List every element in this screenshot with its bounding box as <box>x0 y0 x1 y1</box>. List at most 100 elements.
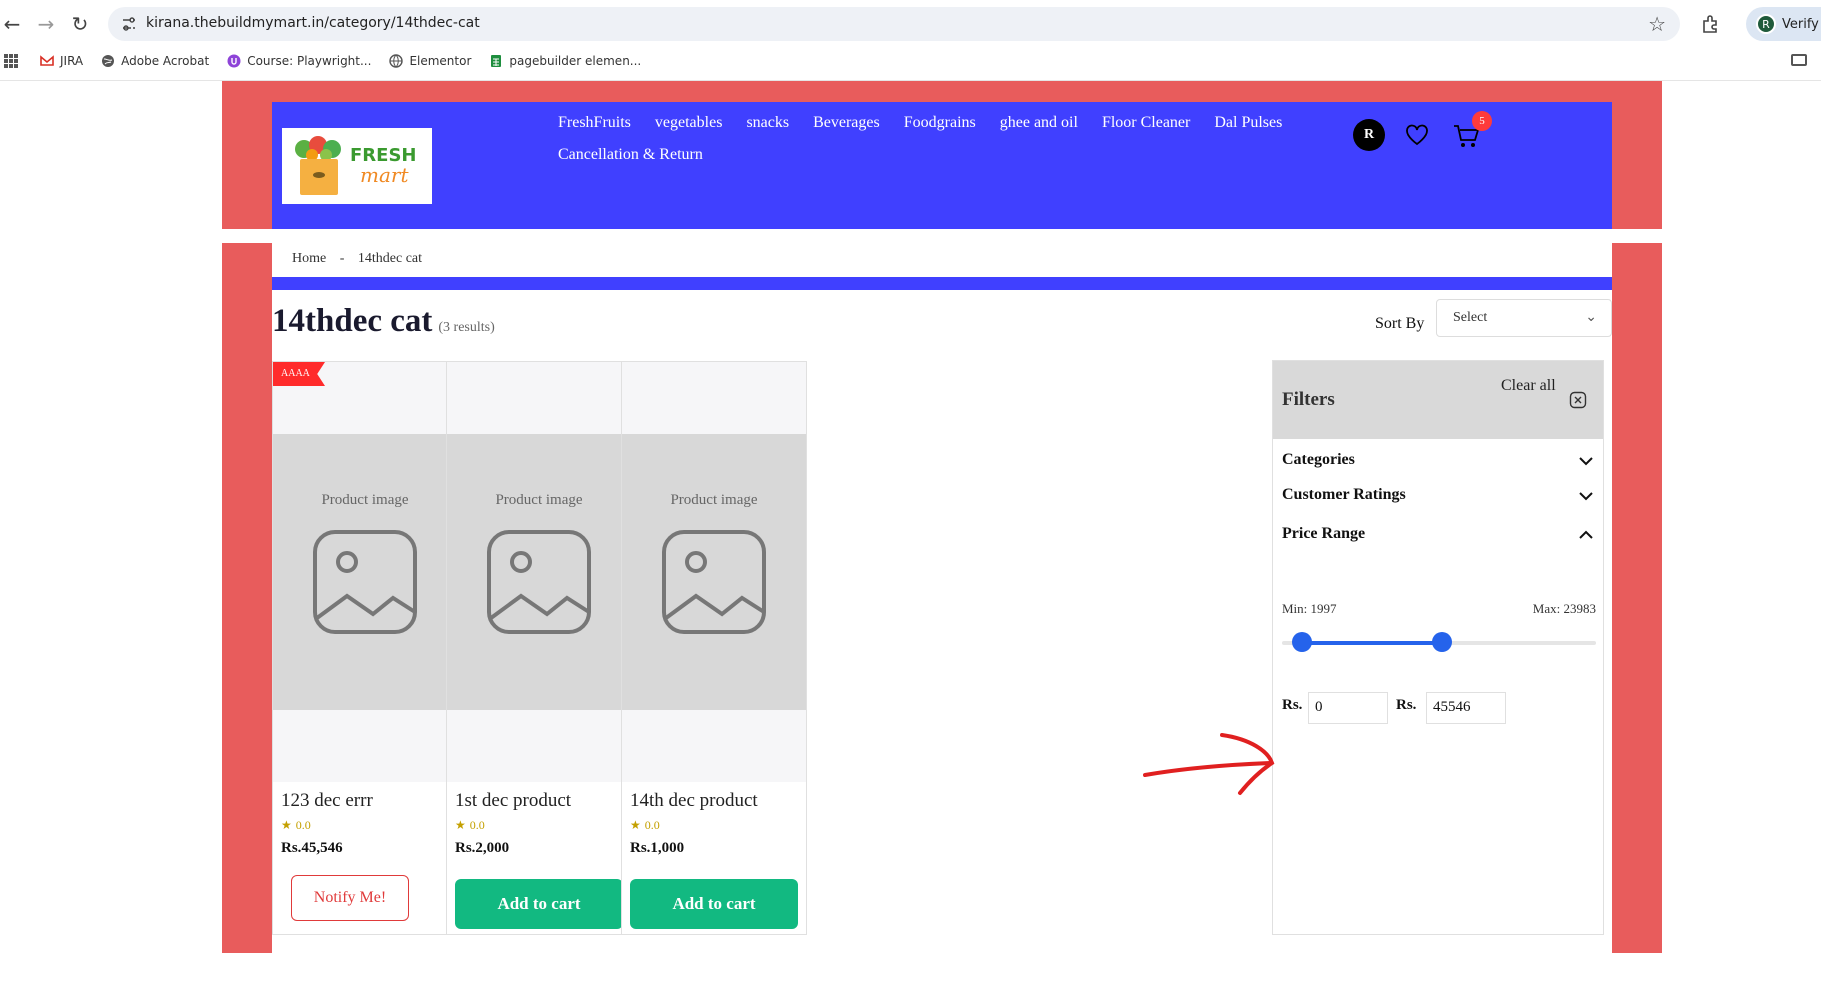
product-image-area[interactable]: Product image <box>447 362 631 782</box>
close-icon[interactable] <box>1569 391 1587 409</box>
price-max-handle[interactable] <box>1432 632 1452 652</box>
price-min-max: Min: 1997 Max: 23983 <box>1282 601 1596 617</box>
menu-item-cancellation-return[interactable]: Cancellation & Return <box>558 142 703 168</box>
bookmark-label: Elementor <box>409 54 472 68</box>
category-title: 14thdec cat <box>272 303 433 339</box>
menu-item-ghee-and-oil[interactable]: ghee and oil <box>1000 110 1078 136</box>
product-price: Rs.1,000 <box>630 840 685 856</box>
filters-header: Filters Clear all <box>1273 361 1603 439</box>
globe-icon <box>102 55 115 67</box>
product-image-placeholder: Product image <box>273 434 457 710</box>
bookmark-star-icon[interactable]: ☆ <box>1648 12 1666 36</box>
product-image-area[interactable]: Product image <box>622 362 806 782</box>
price-max-input[interactable]: 45546 <box>1426 692 1506 724</box>
logo-word-mart: mart <box>360 163 409 187</box>
wishlist-heart-icon[interactable] <box>1404 122 1430 148</box>
profile-avatar: R <box>1756 14 1776 34</box>
url-text[interactable]: kirana.thebuildmymart.in/category/14thde… <box>146 15 480 31</box>
web-page: FRESH mart FreshFruits vegetables snacks… <box>0 81 1821 990</box>
breadcrumb-separator: - <box>339 251 345 266</box>
apps-grid-icon[interactable] <box>4 54 18 68</box>
product-image-text: Product image <box>670 492 758 508</box>
reload-icon[interactable]: ↻ <box>68 12 92 36</box>
product-name[interactable]: 14th dec product <box>630 790 758 812</box>
clear-all-button[interactable]: Clear all <box>1501 377 1556 395</box>
product-card[interactable]: Product image 1st dec product ★ 0.0 Rs.2,… <box>446 361 632 935</box>
product-image-area[interactable]: Product image <box>273 362 457 782</box>
filter-section-price-range[interactable]: Price Range <box>1282 525 1596 543</box>
browser-chrome: ← → ↻ kirana.thebuildmymart.in/category/… <box>0 0 1821 81</box>
bookmark-jira[interactable]: JIRA <box>40 54 83 68</box>
bookmark-label: Adobe Acrobat <box>121 54 210 68</box>
price-min-handle[interactable] <box>1292 632 1312 652</box>
site-info-icon[interactable] <box>120 15 138 33</box>
bookmark-course[interactable]: Course: Playwright... <box>227 54 371 68</box>
menu-item-dal-pulses[interactable]: Dal Pulses <box>1214 110 1282 136</box>
breadcrumb: Home - 14thdec cat <box>292 251 432 267</box>
image-placeholder-icon <box>313 530 417 634</box>
currency-label-max: Rs. <box>1396 697 1417 713</box>
back-icon[interactable]: ← <box>0 12 24 36</box>
product-image-text: Product image <box>495 492 583 508</box>
product-card[interactable]: Product image 14th dec product ★ 0.0 Rs.1… <box>621 361 807 935</box>
gmail-icon <box>40 55 54 66</box>
product-image-placeholder: Product image <box>622 434 806 710</box>
chevron-down-icon <box>1579 492 1593 501</box>
chevron-up-icon <box>1579 530 1593 539</box>
filters-panel: Filters Clear all Categories Customer Ra… <box>1272 360 1604 935</box>
price-range-slider[interactable] <box>1282 632 1596 652</box>
menu-item-floor-cleaner[interactable]: Floor Cleaner <box>1102 110 1190 136</box>
chevron-down-icon <box>1579 457 1593 466</box>
folder-icon[interactable] <box>1791 54 1807 66</box>
cart-count-badge: 5 <box>1472 111 1492 131</box>
product-image-placeholder: Product image <box>447 434 631 710</box>
price-min-input[interactable]: 0 <box>1308 692 1388 724</box>
currency-label-min: Rs. <box>1282 697 1303 713</box>
add-to-cart-button[interactable]: Add to cart <box>630 879 798 929</box>
forward-icon[interactable]: → <box>34 12 58 36</box>
extensions-icon[interactable] <box>1700 13 1722 35</box>
price-range-fill <box>1302 641 1442 645</box>
sort-label: Sort By <box>1375 315 1425 332</box>
filter-section-label: Customer Ratings <box>1282 486 1406 503</box>
main-menu: FreshFruits vegetables snacks Beverages … <box>558 110 1318 168</box>
site-logo[interactable]: FRESH mart <box>282 128 432 204</box>
page-title: 14thdec cat (3 results) <box>272 303 495 340</box>
user-avatar[interactable]: R <box>1353 119 1385 151</box>
menu-item-freshfruits[interactable]: FreshFruits <box>558 110 631 136</box>
bookmark-label: JIRA <box>60 54 84 68</box>
filter-section-categories[interactable]: Categories <box>1282 451 1596 469</box>
bookmark-pagebuilder[interactable]: pagebuilder elemen... <box>489 54 641 68</box>
product-name[interactable]: 1st dec product <box>455 790 571 812</box>
product-card[interactable]: Product image AAAA 123 dec errr ★ 0.0 Rs.… <box>272 361 458 935</box>
address-bar[interactable]: kirana.thebuildmymart.in/category/14thde… <box>108 7 1680 41</box>
notify-me-button[interactable]: Notify Me! <box>291 875 409 921</box>
product-rating: ★ 0.0 <box>630 818 660 833</box>
bookmark-adobe-acrobat[interactable]: Adobe Acrobat <box>101 54 209 68</box>
sort-select[interactable]: Select ⌄ <box>1436 299 1612 337</box>
menu-item-vegetables[interactable]: vegetables <box>655 110 723 136</box>
profile-button[interactable]: R Verify it <box>1746 7 1821 41</box>
rating-value: 0.0 <box>295 818 311 832</box>
category-content: Home - 14thdec cat 14thdec cat (3 results… <box>272 243 1612 953</box>
breadcrumb-current: 14thdec cat <box>357 251 423 266</box>
rating-value: 0.0 <box>644 818 660 832</box>
bookmark-elementor[interactable]: Elementor <box>389 54 471 68</box>
site-header: FRESH mart FreshFruits vegetables snacks… <box>272 102 1612 229</box>
product-name[interactable]: 123 dec errr <box>281 790 373 812</box>
image-placeholder-icon <box>487 530 591 634</box>
menu-item-snacks[interactable]: snacks <box>746 110 789 136</box>
sort-select-value: Select <box>1453 310 1488 325</box>
profile-label: Verify it <box>1782 16 1821 32</box>
filter-section-label: Price Range <box>1282 525 1366 542</box>
filters-title: Filters <box>1282 389 1335 410</box>
filter-section-customer-ratings[interactable]: Customer Ratings <box>1282 486 1596 504</box>
menu-item-beverages[interactable]: Beverages <box>813 110 880 136</box>
bookmarks-bar: JIRA Adobe Acrobat Course: Playwright...… <box>0 50 1821 72</box>
product-rating: ★ 0.0 <box>281 818 311 833</box>
add-to-cart-button[interactable]: Add to cart <box>455 879 623 929</box>
bookmark-label: pagebuilder elemen... <box>509 54 642 68</box>
price-max-label: Max: 23983 <box>1532 601 1596 616</box>
menu-item-foodgrains[interactable]: Foodgrains <box>904 110 976 136</box>
breadcrumb-home[interactable]: Home <box>292 251 326 266</box>
